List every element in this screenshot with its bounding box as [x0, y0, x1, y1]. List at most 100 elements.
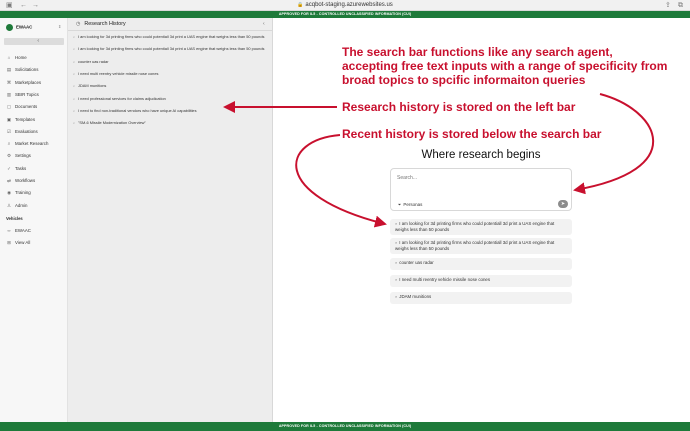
sidebar-item-label: Market Research [15, 141, 49, 147]
search-icon: ⌕ [395, 294, 398, 299]
classification-banner-top: APPROVED FOR IL5 - CONTROLLED UNCLASSIFI… [0, 11, 690, 18]
history-item[interactable]: ⌕ I am looking for 3d printing firms who … [73, 34, 264, 39]
link-icon: ∞ [7, 228, 11, 233]
annotation-recent: Recent history is stored below the searc… [342, 127, 602, 141]
search-input[interactable]: Search... [397, 175, 417, 181]
sidebar-item-workflows[interactable]: ⇄ Workflows [6, 178, 35, 184]
history-item[interactable]: ⌕ I am looking for 3d printing firms who … [73, 46, 264, 51]
sidebar-item-settings[interactable]: ⚙ Settings [6, 153, 31, 159]
check-icon: ✓ [7, 165, 11, 171]
org-switcher[interactable]: EWAAC [6, 24, 32, 31]
sidebar-item-templates[interactable]: ▣ Templates [6, 117, 35, 123]
history-item[interactable]: ⌕ JDAM munitions [73, 83, 106, 88]
admin-icon: ♙ [7, 202, 11, 208]
recent-search-item[interactable]: ⌕ JDAM munitions [390, 292, 572, 304]
sidebar-item-sbir-topics[interactable]: ▥ SBIR Topics [6, 92, 39, 98]
recent-search-text: I am looking for 3d printing firms who c… [395, 221, 555, 232]
sidebar-item-label: Templates [15, 116, 36, 122]
history-item-text: "SM-6 Missile Modernization Overview" [78, 120, 146, 126]
sidebar-item-market-research[interactable]: ⌕ Market Research [6, 141, 49, 147]
recent-search-item[interactable]: ⌕ I need multi reentry vehicle missile no… [390, 275, 572, 287]
search-icon: ⌕ [73, 96, 76, 101]
sidebar: EWAAC ⇕ ‹ ⌂ Home ▤ Solicitations ⌘ Marketplac… [0, 18, 68, 422]
recent-search-item[interactable]: ⌕ I am looking for 3d printing firms who … [390, 238, 572, 254]
history-item[interactable]: ⌕ "SM-6 Missile Modernization Overview" [73, 120, 146, 125]
history-item[interactable]: ⌕ I need professional services for claims… [73, 96, 166, 101]
history-item-text: counter uas radar [78, 58, 109, 64]
history-item[interactable]: ⌕ I need to find non-traditional vendors … [73, 108, 197, 113]
history-item-text: I am looking for 3d printing firms who c… [78, 34, 265, 39]
sidebar-item-home[interactable]: ⌂ Home [6, 55, 27, 60]
search-icon: ⌕ [395, 277, 398, 282]
org-name: EWAAC [16, 24, 33, 30]
vehicle-item-label: EWAAC [15, 228, 31, 233]
sidebar-item-label: Documents [15, 104, 38, 110]
recent-search-item[interactable]: ⌕ counter uas radar [390, 258, 572, 270]
sidebar-item-label: Evaluations [15, 128, 38, 134]
grid-icon: ⊞ [7, 240, 11, 245]
recent-search-text: counter uas radar [399, 260, 434, 265]
url-text: acqbot-staging.azurewebsites.us [305, 2, 393, 8]
vehicle-item-ewaac[interactable]: ∞ EWAAC [6, 228, 31, 233]
history-item[interactable]: ⌕ I need multi reentry vehicle missile no… [73, 71, 158, 76]
sidebar-item-label: Home [15, 55, 27, 60]
collapse-sidebar-button[interactable]: ‹ [4, 38, 64, 45]
org-logo [6, 24, 13, 31]
file-icon: ▢ [6, 104, 12, 110]
recent-search-text: I am looking for 3d printing firms who c… [395, 240, 555, 251]
clock-icon: ◷ [76, 21, 81, 27]
personas-button[interactable]: ⏷ Personas [398, 202, 422, 207]
recent-search-text: JDAM munitions [399, 294, 432, 299]
search-icon: ⌕ [73, 84, 76, 89]
history-item-text: I need professional services for claims … [78, 95, 166, 101]
page-title: Where research begins [421, 149, 541, 161]
search-icon: ⌕ [395, 221, 398, 226]
flow-icon: ⇄ [7, 178, 11, 183]
search-icon: ⌕ [395, 260, 398, 265]
search-icon: ⌕ [73, 71, 76, 76]
divider [68, 30, 273, 31]
sidebar-item-marketplaces[interactable]: ⌘ Marketplaces [6, 80, 41, 86]
recent-search-text: I need multi reentry vehicle missile nos… [399, 277, 491, 282]
vehicle-item-view-all[interactable]: ⊞ View All [6, 240, 30, 246]
search-box[interactable]: Search... ⏷ Personas ➤ [390, 168, 572, 211]
share-icon[interactable]: ⇪ [665, 1, 671, 10]
send-button[interactable]: ➤ [558, 200, 568, 208]
sidebar-item-label: SBIR Topics [15, 91, 39, 97]
sidebar-item-label: Training [15, 190, 31, 196]
sidebar-item-label: Settings [15, 153, 31, 159]
sidebar-item-admin[interactable]: ♙ Admin [6, 203, 27, 209]
lock-icon: 🔒 [297, 2, 304, 8]
browser-toolbar: ▣ ← → 🔒 acqbot-staging.azurewebsites.us ⇪… [0, 0, 690, 11]
filter-icon: ⏷ [398, 202, 402, 207]
chevron-updown-icon[interactable]: ⇕ [58, 24, 61, 29]
search-icon: ⌕ [7, 141, 11, 147]
history-item-text: I need multi reentry vehicle missile nos… [78, 70, 159, 76]
search-icon: ⌕ [395, 240, 398, 245]
history-item[interactable]: ⌕ counter uas radar [73, 59, 109, 64]
annotation-search-bar: The search bar functions like any search… [342, 45, 668, 87]
close-history-button[interactable]: ‹ [263, 21, 265, 27]
search-icon: ⌕ [73, 108, 76, 113]
tabs-icon[interactable]: ⧉ [678, 1, 683, 10]
history-item-text: I need to find non-traditional vendors w… [78, 107, 197, 113]
checklist-icon: ☑ [7, 128, 11, 134]
recent-search-item[interactable]: ⌕ I am looking for 3d printing firms who … [390, 219, 572, 235]
sidebar-item-training[interactable]: ◉ Training [6, 190, 31, 196]
sidebar-item-documents[interactable]: ▢ Documents [6, 104, 37, 110]
gear-icon: ⚙ [7, 153, 11, 159]
home-icon: ⌂ [7, 55, 11, 60]
sidebar-item-solicitations[interactable]: ▤ Solicitations [6, 67, 39, 73]
template-icon: ▣ [6, 116, 12, 122]
arrow-to-recent [295, 134, 387, 228]
sidebar-item-evaluations[interactable]: ☑ Evaluations [6, 129, 38, 135]
annotation-history: Research history is stored on the left b… [342, 100, 576, 114]
sidebar-item-label: Marketplaces [15, 79, 42, 85]
search-icon: ⌕ [73, 59, 76, 64]
address-bar[interactable]: 🔒 acqbot-staging.azurewebsites.us [0, 1, 690, 10]
sidebar-item-tasks[interactable]: ✓ Tasks [6, 166, 26, 172]
store-icon: ⌘ [6, 79, 12, 85]
sidebar-item-label: Solicitations [15, 67, 39, 73]
history-item-text: JDAM munitions [78, 83, 107, 89]
sidebar-item-label: Workflows [15, 178, 36, 183]
